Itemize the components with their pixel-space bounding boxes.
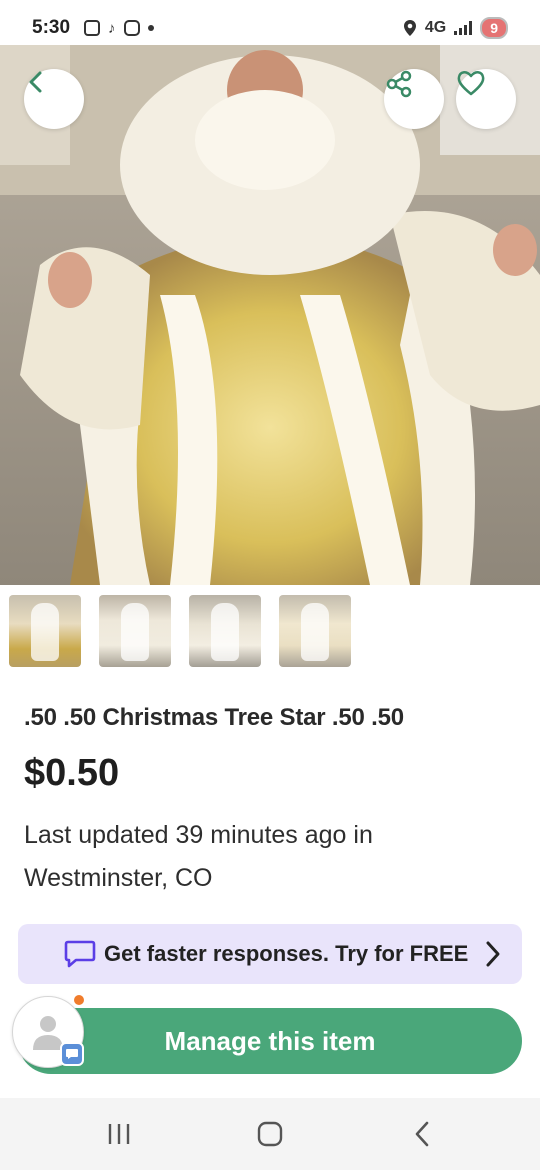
promo-banner[interactable]: Get faster responses. Try for FREE xyxy=(18,924,522,984)
manage-item-label: Manage this item xyxy=(164,1025,376,1056)
listing-price: $0.50 xyxy=(24,752,120,794)
back-button[interactable] xyxy=(24,69,84,129)
heart-icon xyxy=(457,71,485,96)
thumbnail-figure xyxy=(301,603,329,661)
signal-icon xyxy=(454,21,473,35)
notification-icons: ♪ xyxy=(84,20,154,37)
back-arrow-icon xyxy=(29,71,42,93)
thumbnail-figure xyxy=(121,603,149,661)
location-icon xyxy=(403,20,416,36)
home-icon xyxy=(257,1121,283,1147)
thumbnail-figure xyxy=(31,603,59,661)
chat-badge-icon xyxy=(60,1042,84,1066)
status-time: 5:30 xyxy=(32,17,71,38)
thumbnail-strip xyxy=(9,595,351,667)
network-label: 4G xyxy=(424,19,447,36)
notification-dot xyxy=(74,995,84,1005)
share-icon xyxy=(386,70,412,98)
promo-text: Get faster responses. Try for FREE xyxy=(104,941,469,966)
home-button[interactable] xyxy=(250,1118,290,1150)
more-dot-icon xyxy=(147,25,154,31)
system-nav-bar xyxy=(0,1098,540,1170)
favorite-button[interactable] xyxy=(456,69,516,129)
recents-button[interactable] xyxy=(99,1118,139,1150)
photo-illustration xyxy=(0,45,540,585)
notification-icon xyxy=(84,20,101,36)
thumbnail-2[interactable] xyxy=(99,595,171,667)
updated-line-1: Last updated 39 minutes ago in xyxy=(24,821,373,849)
recents-icon xyxy=(108,1124,130,1144)
thumbnail-1[interactable] xyxy=(9,595,81,667)
item-photo[interactable] xyxy=(0,45,540,585)
battery-indicator: 9 xyxy=(480,17,508,39)
system-back-button[interactable] xyxy=(402,1118,442,1150)
listing-updated: Last updated 39 minutes ago in Westminst… xyxy=(24,814,514,900)
thumbnail-4[interactable] xyxy=(279,595,351,667)
chevron-right-icon xyxy=(486,941,500,967)
instagram-icon xyxy=(123,20,140,36)
share-button[interactable] xyxy=(384,69,444,129)
system-back-icon xyxy=(415,1121,429,1147)
chat-bubble-icon xyxy=(64,940,96,968)
thumbnail-figure xyxy=(211,603,239,661)
tiktok-icon: ♪ xyxy=(108,19,116,37)
updated-line-2: Westminster, CO xyxy=(24,864,213,892)
listing-title: .50 .50 Christmas Tree Star .50 .50 xyxy=(24,704,404,731)
manage-item-button[interactable]: Manage this item xyxy=(18,1008,522,1074)
thumbnail-3[interactable] xyxy=(189,595,261,667)
